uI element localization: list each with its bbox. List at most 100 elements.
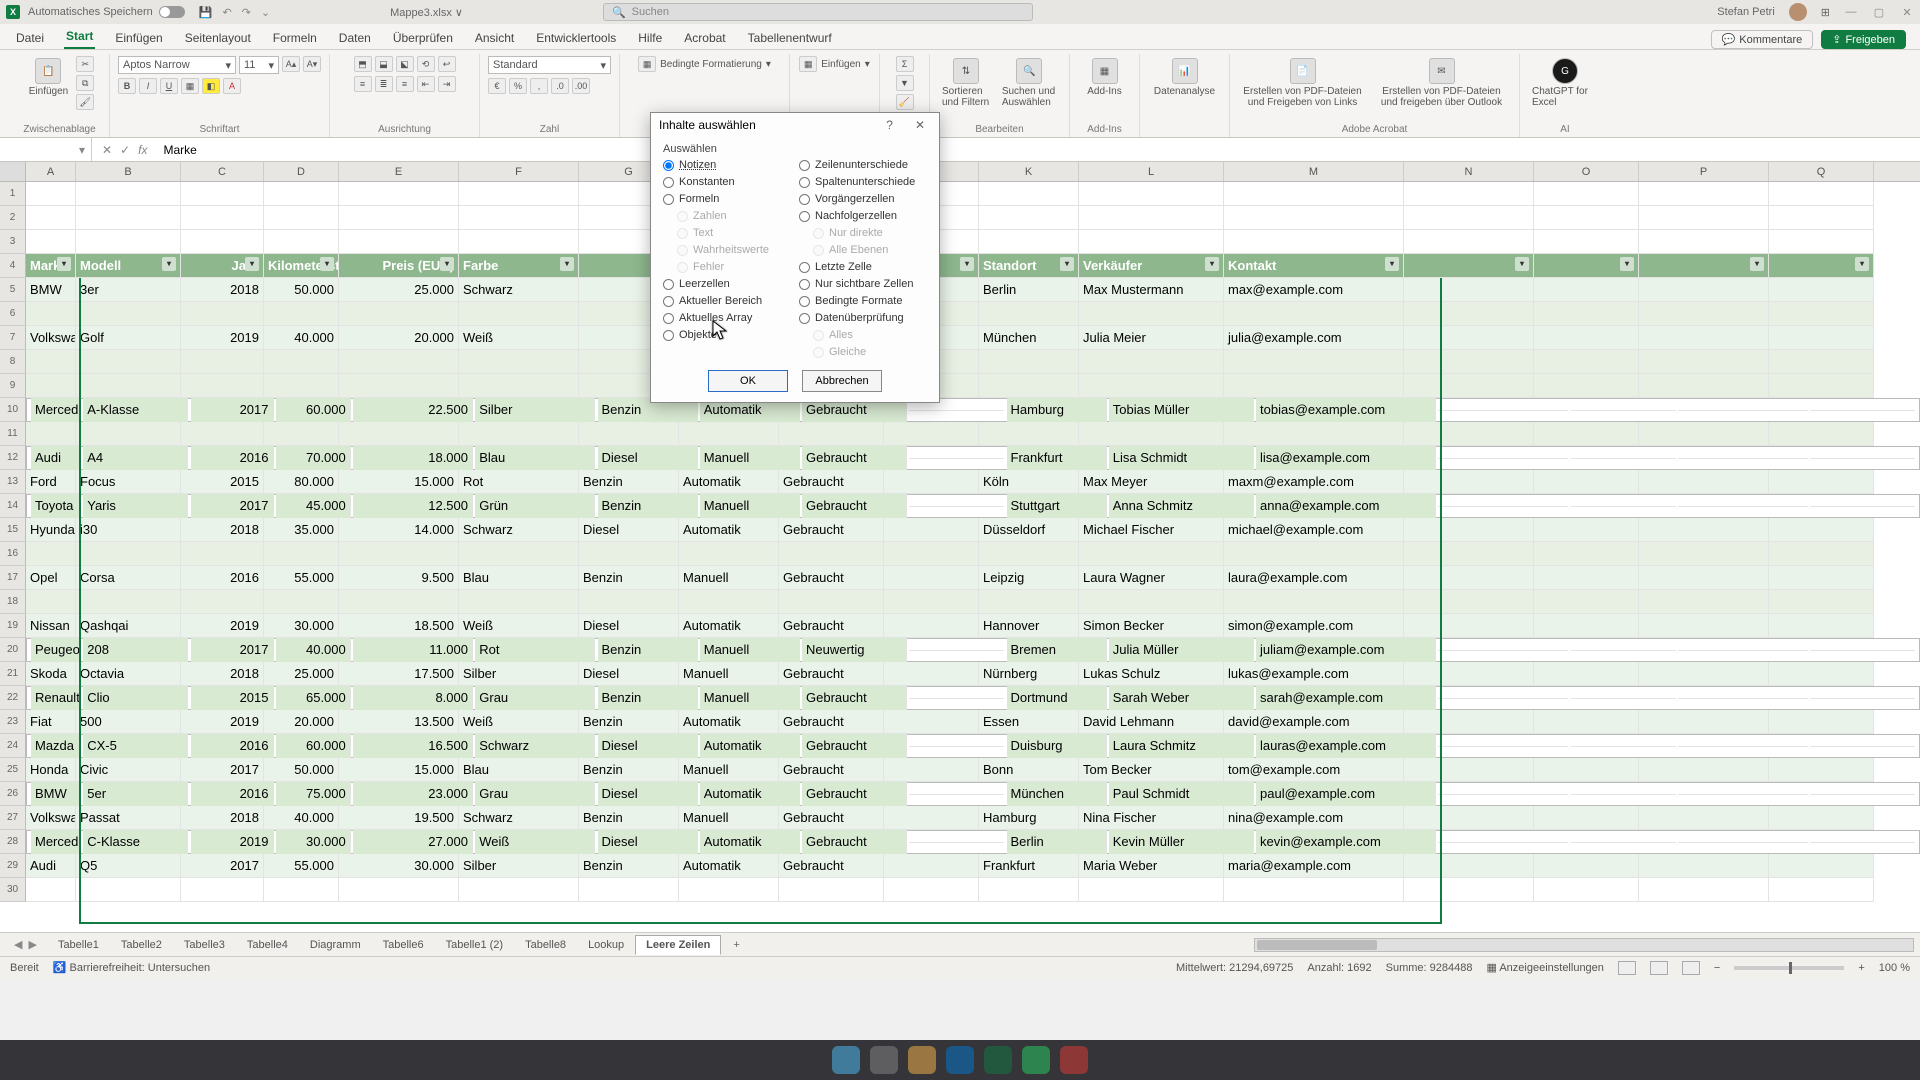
cell[interactable]: sarah@example.com: [1256, 686, 1436, 711]
cell[interactable]: Sarah Weber: [1109, 686, 1254, 711]
cell[interactable]: 208: [83, 638, 188, 663]
cell[interactable]: 2017: [181, 758, 264, 782]
row-header[interactable]: 30: [0, 878, 26, 902]
cell[interactable]: [1404, 710, 1534, 734]
cell[interactable]: [339, 422, 459, 446]
cell[interactable]: Grün: [475, 494, 595, 519]
sheet-nav-next-icon[interactable]: ▶: [28, 938, 36, 951]
cell[interactable]: [1224, 542, 1404, 566]
cell[interactable]: Q5: [76, 854, 181, 878]
enter-formula-icon[interactable]: ✓: [120, 143, 130, 157]
cell[interactable]: Gebraucht: [779, 470, 884, 494]
cell[interactable]: [1769, 542, 1874, 566]
cell[interactable]: [76, 302, 181, 326]
cell[interactable]: Hamburg: [979, 806, 1079, 830]
cell[interactable]: [1224, 590, 1404, 614]
autosum-icon[interactable]: Σ: [896, 56, 914, 72]
cell[interactable]: [1639, 470, 1769, 494]
cell[interactable]: [459, 302, 579, 326]
cell[interactable]: Benzin: [579, 758, 679, 782]
cell[interactable]: Benzin: [579, 710, 679, 734]
cell[interactable]: [1224, 350, 1404, 374]
cell[interactable]: Nina Fischer: [1079, 806, 1224, 830]
cell[interactable]: 35.000: [264, 518, 339, 542]
increase-decimal-icon[interactable]: .0: [551, 78, 569, 94]
cell[interactable]: [264, 422, 339, 446]
cell[interactable]: 2016: [181, 566, 264, 590]
cell[interactable]: [1769, 350, 1874, 374]
cell[interactable]: Manuell: [679, 758, 779, 782]
cell[interactable]: [884, 542, 979, 566]
cell[interactable]: [1404, 614, 1534, 638]
cell[interactable]: Civic: [76, 758, 181, 782]
cell[interactable]: Blau: [459, 758, 579, 782]
orientation-icon[interactable]: ⟲: [417, 56, 435, 72]
cell[interactable]: Schwarz: [459, 278, 579, 302]
cell[interactable]: Standort: [979, 254, 1079, 278]
border-icon[interactable]: ▦: [181, 78, 199, 94]
cell[interactable]: [1534, 758, 1639, 782]
cell[interactable]: [884, 758, 979, 782]
cell[interactable]: Max Meyer: [1079, 470, 1224, 494]
cell[interactable]: [459, 542, 579, 566]
cell[interactable]: 19.500: [339, 806, 459, 830]
name-box[interactable]: ▾: [0, 138, 92, 161]
cell[interactable]: 2019: [181, 614, 264, 638]
cell[interactable]: [1224, 878, 1404, 902]
cell[interactable]: Tobias Müller: [1109, 398, 1254, 423]
cell[interactable]: [1639, 326, 1769, 350]
cell[interactable]: [1534, 542, 1639, 566]
cell[interactable]: Frankfurt: [1007, 446, 1107, 471]
cell[interactable]: Focus: [76, 470, 181, 494]
row-header[interactable]: 28: [0, 830, 26, 854]
cell[interactable]: Automatik: [679, 854, 779, 878]
cell[interactable]: BMW: [31, 782, 81, 807]
cell[interactable]: [884, 878, 979, 902]
dialog-option-region[interactable]: Aktueller Bereich: [663, 295, 791, 307]
cell[interactable]: [1639, 278, 1769, 302]
cell[interactable]: [979, 302, 1079, 326]
cell[interactable]: [1571, 458, 1676, 459]
cell[interactable]: Peugeot: [31, 638, 81, 663]
cell[interactable]: 15.000: [339, 758, 459, 782]
cell[interactable]: [264, 590, 339, 614]
cell[interactable]: Tom Becker: [1079, 758, 1224, 782]
cell[interactable]: [1639, 662, 1769, 686]
cell[interactable]: [264, 302, 339, 326]
cell[interactable]: [26, 878, 76, 902]
cell[interactable]: [1534, 278, 1639, 302]
addins-button[interactable]: ▦Add-Ins: [1083, 56, 1125, 99]
cell[interactable]: Preis (EUR): [339, 254, 459, 278]
cell[interactable]: [76, 590, 181, 614]
cell[interactable]: Berlin: [1007, 830, 1107, 855]
cell[interactable]: Benzin: [579, 470, 679, 494]
cell[interactable]: [1769, 230, 1874, 254]
cell[interactable]: [1404, 542, 1534, 566]
cell[interactable]: lisa@example.com: [1256, 446, 1436, 471]
cell[interactable]: [76, 542, 181, 566]
cell[interactable]: 27.000: [353, 830, 473, 855]
cell[interactable]: [1769, 470, 1874, 494]
cell[interactable]: Silber: [459, 662, 579, 686]
cell[interactable]: laura@example.com: [1224, 566, 1404, 590]
cell[interactable]: [1079, 422, 1224, 446]
cell[interactable]: julia@example.com: [1224, 326, 1404, 350]
decrease-font-icon[interactable]: A▾: [303, 56, 321, 72]
cell[interactable]: Automatik: [679, 614, 779, 638]
ribbon-tab-ansicht[interactable]: Ansicht: [473, 27, 516, 49]
ribbon-tab-einfügen[interactable]: Einfügen: [113, 27, 164, 49]
cell[interactable]: [1810, 410, 1915, 411]
dialog-option-notes[interactable]: Notizen: [663, 159, 791, 171]
cell[interactable]: [339, 302, 459, 326]
cell[interactable]: Diesel: [598, 734, 698, 759]
dialog-ok-button[interactable]: OK: [708, 370, 788, 392]
dialog-option-last[interactable]: Letzte Zelle: [799, 261, 927, 273]
taskbar-icon[interactable]: [946, 1046, 974, 1074]
cell[interactable]: [1224, 374, 1404, 398]
column-header[interactable]: K: [979, 162, 1079, 181]
row-header[interactable]: 17: [0, 566, 26, 590]
font-size-select[interactable]: 11▾: [239, 56, 279, 74]
row-header[interactable]: 3: [0, 230, 26, 254]
cancel-formula-icon[interactable]: ✕: [102, 143, 112, 157]
cell[interactable]: Ford: [26, 470, 76, 494]
